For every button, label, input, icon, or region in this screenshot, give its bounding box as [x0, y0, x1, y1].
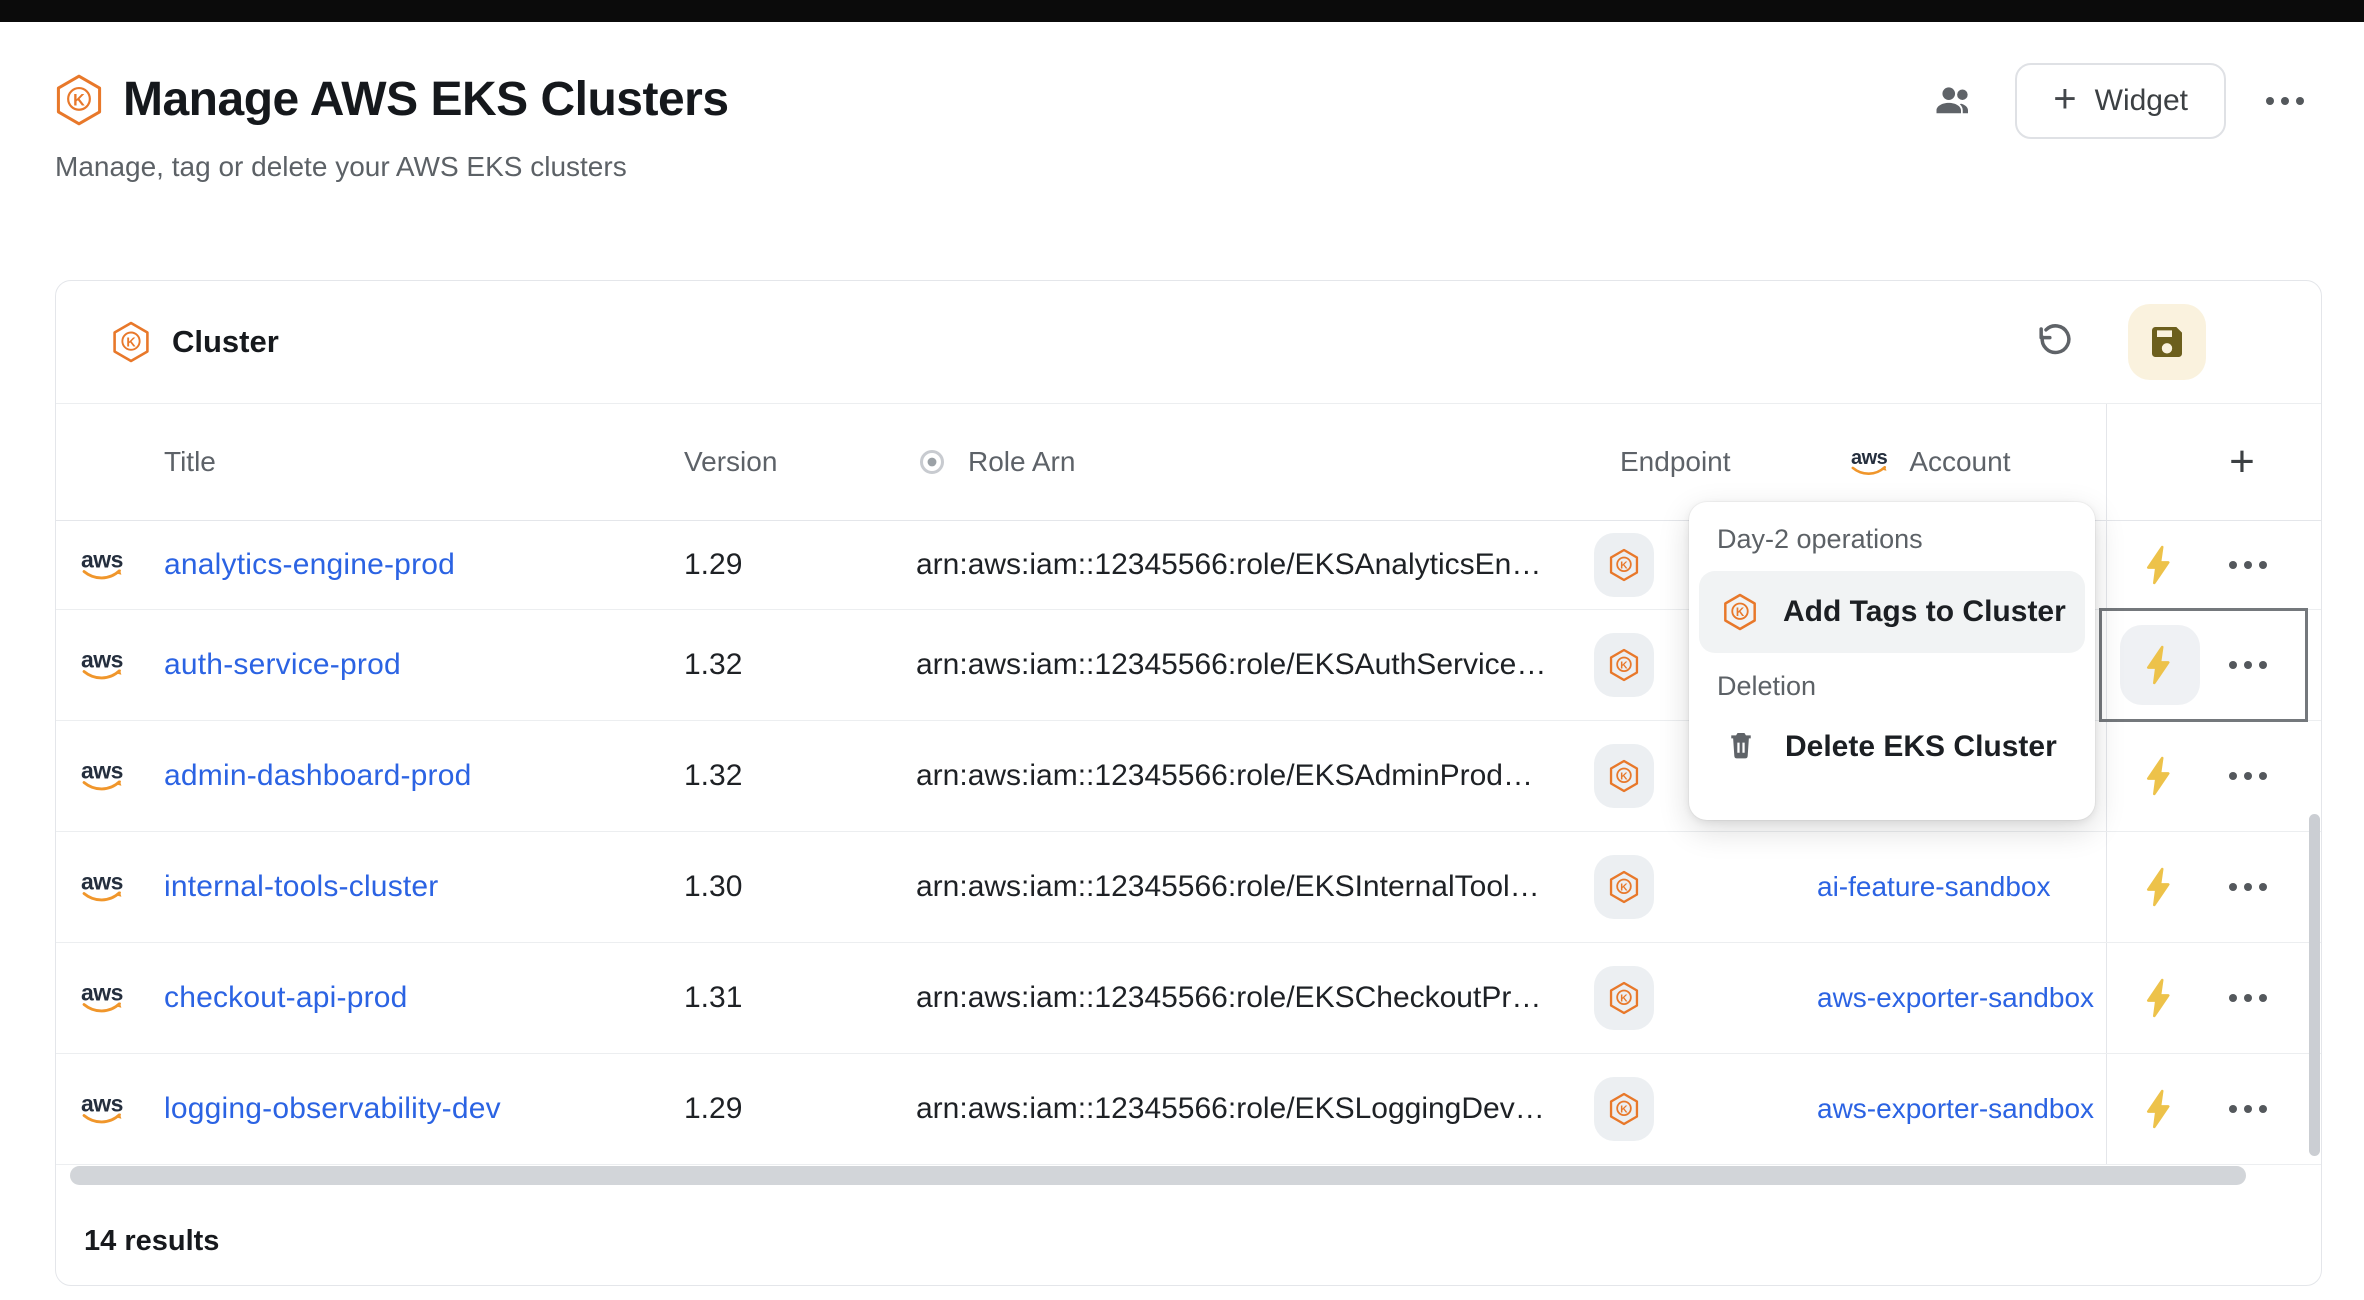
save-button[interactable] [2128, 304, 2206, 380]
aws-logo-icon: aws [1851, 448, 1887, 477]
endpoint-eks-icon[interactable]: K [1594, 533, 1654, 597]
endpoint-eks-icon[interactable]: K [1594, 855, 1654, 919]
cluster-title-link[interactable]: analytics-engine-prod [164, 548, 455, 582]
header-more-menu-icon[interactable] [2266, 97, 2304, 105]
page-title: Manage AWS EKS Clusters [123, 72, 729, 127]
column-header-endpoint: Endpoint [1620, 446, 1731, 478]
widget-header: K Cluster [56, 281, 2321, 404]
header-actions: + Widget [1933, 63, 2304, 139]
role-arn-value: arn:aws:iam::12345566:role/EKSAuthServic… [916, 648, 1546, 682]
page-header: K Manage AWS EKS Clusters Manage, tag or… [55, 72, 729, 183]
svg-text:K: K [1620, 1104, 1628, 1115]
row-more-menu-icon[interactable] [2229, 772, 2267, 780]
role-arn-value: arn:aws:iam::12345566:role/EKSCheckoutPr… [916, 981, 1541, 1015]
cluster-version: 1.30 [684, 870, 742, 904]
row-actions [2106, 943, 2323, 1053]
row-more-menu-icon[interactable] [2229, 1105, 2267, 1113]
row-more-menu-icon[interactable] [2229, 994, 2267, 1002]
cluster-title-link[interactable]: admin-dashboard-prod [164, 759, 472, 793]
cluster-title-link[interactable]: auth-service-prod [164, 648, 401, 682]
run-action-bolt-icon[interactable] [2138, 865, 2182, 909]
screen: K Manage AWS EKS Clusters Manage, tag or… [0, 0, 2364, 1300]
results-count: 14 results [84, 1225, 219, 1258]
page-subtitle: Manage, tag or delete your AWS EKS clust… [55, 151, 729, 183]
aws-icon: aws [81, 549, 123, 582]
role-arn-value: arn:aws:iam::12345566:role/EKSAdminProd… [916, 759, 1533, 793]
run-action-bolt-icon[interactable] [2138, 754, 2182, 798]
cluster-title-link[interactable]: checkout-api-prod [164, 981, 408, 1015]
add-widget-button[interactable]: + Widget [2015, 63, 2226, 139]
cluster-version: 1.31 [684, 981, 742, 1015]
cluster-version: 1.29 [684, 1092, 742, 1126]
plus-icon: + [2053, 79, 2076, 119]
trash-icon [1725, 729, 1757, 766]
row-more-menu-icon[interactable] [2229, 883, 2267, 891]
svg-text:K: K [1620, 560, 1628, 571]
account-link[interactable]: aws-exporter-sandbox [1817, 1093, 2105, 1125]
role-arn-value: arn:aws:iam::12345566:role/EKSLoggingDev… [916, 1092, 1545, 1126]
aws-icon: aws [81, 1093, 123, 1126]
column-header-title: Title [164, 446, 216, 478]
users-icon[interactable] [1933, 80, 1975, 122]
svg-text:K: K [1736, 607, 1745, 619]
menu-item-delete-cluster[interactable]: Delete EKS Cluster [1699, 712, 2085, 782]
endpoint-eks-icon[interactable]: K [1594, 633, 1654, 697]
cluster-version: 1.29 [684, 548, 742, 582]
cluster-version: 1.32 [684, 648, 742, 682]
row-actions [2106, 610, 2323, 720]
top-black-bar [0, 0, 2364, 22]
aws-icon: aws [81, 760, 123, 793]
cluster-title-link[interactable]: logging-observability-dev [164, 1092, 501, 1126]
row-actions [2106, 1054, 2323, 1164]
column-header-version: Version [684, 446, 777, 478]
table-row: aws logging-observability-dev 1.29 arn:a… [56, 1054, 2321, 1165]
run-action-bolt-icon[interactable] [2138, 643, 2182, 687]
eks-icon: K [1723, 593, 1757, 631]
radio-icon [918, 448, 946, 476]
aws-icon: aws [81, 871, 123, 904]
endpoint-eks-icon[interactable]: K [1594, 1077, 1654, 1141]
svg-text:K: K [1620, 993, 1628, 1004]
vertical-scrollbar[interactable] [2309, 814, 2320, 1156]
menu-section-deletion: Deletion [1699, 671, 2085, 702]
horizontal-scrollbar[interactable] [70, 1166, 2246, 1185]
table-row: aws checkout-api-prod 1.31 arn:aws:iam::… [56, 943, 2321, 1054]
role-arn-value: arn:aws:iam::12345566:role/EKSAnalyticsE… [916, 548, 1541, 582]
cluster-title-link[interactable]: internal-tools-cluster [164, 870, 439, 904]
aws-icon: aws [81, 649, 123, 682]
column-header-role-arn: Role Arn [918, 446, 1075, 478]
svg-text:K: K [73, 91, 85, 109]
add-column-button[interactable]: + [2161, 404, 2323, 520]
menu-item-add-tags[interactable]: K Add Tags to Cluster [1699, 571, 2085, 653]
endpoint-eks-icon[interactable]: K [1594, 744, 1654, 808]
actions-column-divider [2106, 404, 2107, 520]
eks-icon: K [112, 321, 150, 363]
svg-text:K: K [1620, 771, 1628, 782]
row-actions [2106, 832, 2323, 942]
eks-logo-icon: K [55, 74, 103, 126]
account-link[interactable]: ai-feature-sandbox [1817, 871, 2105, 903]
row-actions [2106, 521, 2323, 609]
widget-title: Cluster [172, 324, 279, 360]
row-more-menu-icon[interactable] [2229, 561, 2267, 569]
endpoint-eks-icon[interactable]: K [1594, 966, 1654, 1030]
column-header-account: aws Account [1851, 446, 2010, 478]
svg-text:K: K [1620, 882, 1628, 893]
run-action-bolt-icon[interactable] [2138, 543, 2182, 587]
cluster-version: 1.32 [684, 759, 742, 793]
run-action-bolt-icon[interactable] [2138, 976, 2182, 1020]
row-more-menu-icon[interactable] [2229, 661, 2267, 669]
svg-text:K: K [126, 334, 136, 349]
row-context-menu: Day-2 operations K Add Tags to Cluster D… [1689, 502, 2095, 820]
svg-text:K: K [1620, 660, 1628, 671]
undo-icon[interactable] [2034, 322, 2074, 362]
row-actions [2106, 721, 2323, 831]
menu-section-day2: Day-2 operations [1699, 524, 2085, 555]
account-link[interactable]: aws-exporter-sandbox [1817, 982, 2105, 1014]
table-row: aws internal-tools-cluster 1.30 arn:aws:… [56, 832, 2321, 943]
run-action-bolt-icon[interactable] [2138, 1087, 2182, 1131]
role-arn-value: arn:aws:iam::12345566:role/EKSInternalTo… [916, 870, 1540, 904]
aws-icon: aws [81, 982, 123, 1015]
